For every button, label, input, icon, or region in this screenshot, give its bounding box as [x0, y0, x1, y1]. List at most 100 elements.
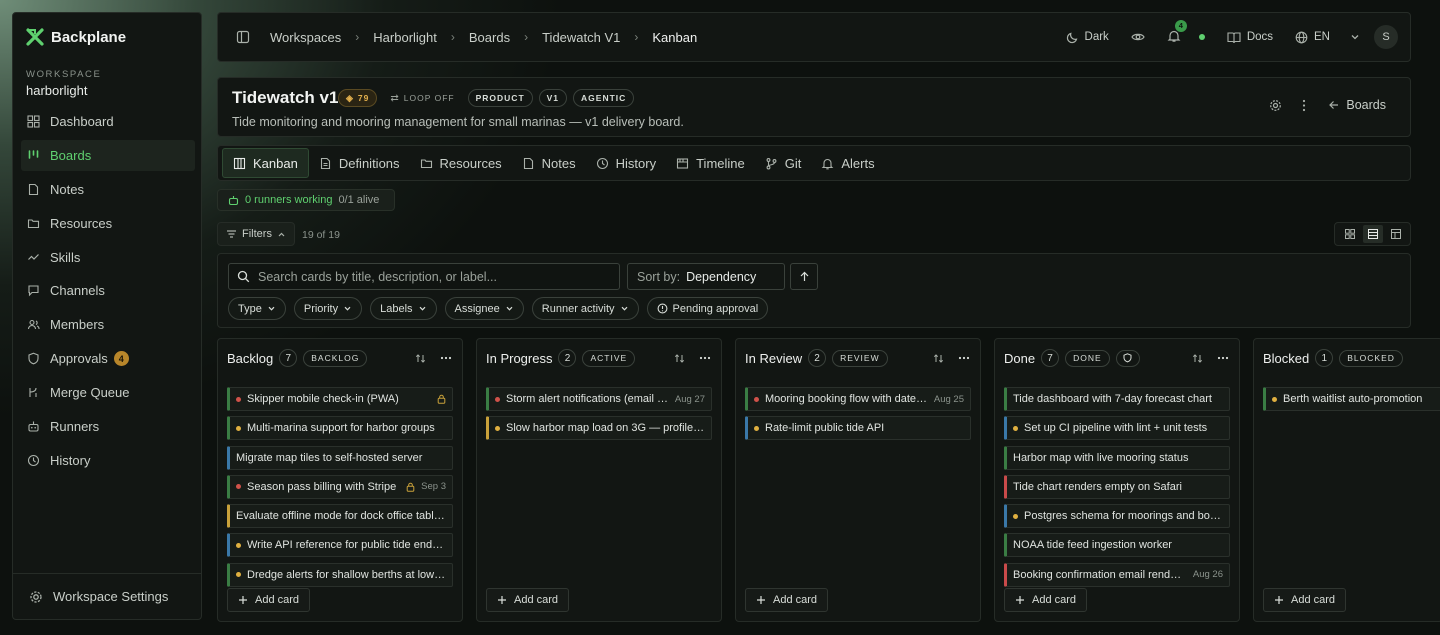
- back-to-boards-button[interactable]: Boards: [1328, 98, 1386, 112]
- sort-direction-button[interactable]: [790, 263, 818, 290]
- grid-view-icon[interactable]: [1340, 225, 1360, 243]
- tab-label: Git: [784, 155, 802, 171]
- tab-label: Alerts: [841, 155, 875, 171]
- search-input[interactable]: [258, 269, 598, 284]
- kanban-card[interactable]: Set up CI pipeline with lint + unit test…: [1004, 416, 1230, 441]
- theme-toggle[interactable]: Dark: [1066, 31, 1109, 44]
- more-horizontal-icon[interactable]: [440, 356, 452, 360]
- sidebar-item-notes[interactable]: Notes: [21, 174, 195, 205]
- filter-chip-labels[interactable]: Labels: [370, 297, 437, 320]
- eye-icon[interactable]: [1131, 30, 1145, 44]
- kanban-card[interactable]: Evaluate offline mode for dock office ta…: [227, 504, 453, 529]
- tab-history[interactable]: History: [586, 148, 666, 178]
- note-icon: [522, 157, 535, 170]
- sidebar-item-history[interactable]: History: [21, 445, 195, 476]
- sort-icon[interactable]: [933, 353, 944, 364]
- kanban-card[interactable]: Migrate map tiles to self-hosted server: [227, 445, 453, 470]
- table-view-icon[interactable]: [1386, 225, 1406, 243]
- kanban-card[interactable]: Mooring booking flow with date picker Aug…: [745, 387, 971, 411]
- sort-icon[interactable]: [1192, 353, 1203, 364]
- timeline-icon: [676, 157, 689, 170]
- kanban-card[interactable]: Tide dashboard with 7-day forecast chart: [1004, 387, 1230, 411]
- kanban-card[interactable]: NOAA tide feed ingestion worker: [1004, 533, 1230, 558]
- sidebar-item-resources[interactable]: Resources: [21, 208, 195, 239]
- runners-alive: 0/1 alive: [338, 194, 380, 206]
- kanban-card[interactable]: Slow harbor map load on 3G — profile and…: [486, 416, 712, 441]
- pending-approval-filter[interactable]: Pending approval: [646, 297, 769, 320]
- tab-kanban[interactable]: Kanban: [222, 148, 309, 178]
- card-title: Harbor map with live mooring status: [1013, 451, 1189, 464]
- kanban-card[interactable]: Tide chart renders empty on Safari: [1004, 474, 1230, 499]
- settings-icon[interactable]: [1269, 99, 1282, 112]
- more-horizontal-icon[interactable]: [958, 356, 970, 360]
- sidebar-item-runners[interactable]: Runners: [21, 411, 195, 442]
- tab-resources[interactable]: Resources: [410, 148, 512, 178]
- kanban-card[interactable]: Booking confirmation email renders broke…: [1004, 562, 1230, 587]
- workspace-name[interactable]: harborlight: [26, 83, 87, 98]
- language-selector[interactable]: EN: [1295, 31, 1330, 44]
- column-count: 2: [558, 349, 577, 367]
- sidebar-item-approvals[interactable]: Approvals 4: [21, 343, 195, 374]
- breadcrumb-workspaces[interactable]: Workspaces: [270, 30, 341, 45]
- column-actions: [674, 353, 711, 364]
- kanban-card[interactable]: Multi-marina support for harbor groups: [227, 416, 453, 441]
- list-view-icon[interactable]: [1362, 225, 1383, 243]
- filter-chip-priority[interactable]: Priority: [293, 297, 363, 320]
- kanban-card[interactable]: Harbor map with live mooring status: [1004, 445, 1230, 470]
- tab-label: Timeline: [696, 155, 745, 171]
- card-title: Evaluate offline mode for dock office ta…: [236, 510, 446, 523]
- tab-timeline[interactable]: Timeline: [666, 148, 755, 178]
- workspace-settings-button[interactable]: Workspace Settings: [13, 573, 201, 619]
- more-horizontal-icon[interactable]: [699, 356, 711, 360]
- kanban-card[interactable]: Dredge alerts for shallow berths at low …: [227, 562, 453, 587]
- sidebar-item-dashboard[interactable]: Dashboard: [21, 106, 195, 137]
- breadcrumb-board[interactable]: Tidewatch V1: [542, 30, 620, 45]
- tab-git[interactable]: Git: [755, 148, 812, 178]
- add-card-button[interactable]: Add card: [227, 588, 311, 612]
- kanban-card[interactable]: Storm alert notifications (email and SMS…: [486, 387, 712, 411]
- kanban-card[interactable]: Postgres schema for moorings and booking…: [1004, 504, 1230, 529]
- loop-toggle[interactable]: ⇄ LOOP OFF: [383, 89, 461, 107]
- runners-status[interactable]: 0 runners working 0/1 alive: [217, 189, 395, 211]
- tab-notes[interactable]: Notes: [512, 148, 586, 178]
- column-status-badge: REVIEW: [832, 349, 888, 367]
- column-status-badge: BACKLOG: [303, 349, 368, 367]
- add-card-button[interactable]: Add card: [745, 588, 829, 612]
- sidebar-item-label: Dashboard: [50, 114, 114, 129]
- kanban-card[interactable]: Berth waitlist auto-promotion: [1263, 387, 1440, 411]
- kanban-card[interactable]: Write API reference for public tide endp…: [227, 533, 453, 558]
- docs-link[interactable]: Docs: [1227, 31, 1273, 44]
- kanban-card[interactable]: Season pass billing with Stripe Sep 3: [227, 474, 453, 499]
- sidebar-item-skills[interactable]: Skills: [21, 242, 195, 273]
- filter-chip-assignee[interactable]: Assignee: [444, 297, 524, 320]
- avatar[interactable]: S: [1374, 25, 1398, 49]
- card-title: Rate-limit public tide API: [765, 422, 885, 435]
- tab-alerts[interactable]: Alerts: [811, 148, 884, 178]
- chevron-down-icon[interactable]: [1350, 32, 1360, 42]
- sidebar-item-boards[interactable]: Boards: [21, 139, 195, 171]
- sidebar-item-merge-queue[interactable]: Merge Queue: [21, 377, 195, 408]
- filters-button[interactable]: Filters: [217, 222, 295, 246]
- history-icon: [27, 454, 40, 467]
- breadcrumb-boards[interactable]: Boards: [469, 30, 510, 45]
- brand[interactable]: Backplane: [25, 27, 126, 47]
- sidebar-toggle-icon[interactable]: [236, 30, 250, 44]
- approval-shield-badge[interactable]: [1115, 349, 1140, 367]
- add-card-button[interactable]: Add card: [1004, 588, 1088, 612]
- add-card-button[interactable]: Add card: [486, 588, 570, 612]
- kanban-card[interactable]: Rate-limit public tide API: [745, 416, 971, 441]
- sort-icon[interactable]: [415, 353, 426, 364]
- sort-icon[interactable]: [674, 353, 685, 364]
- tab-definitions[interactable]: Definitions: [309, 148, 410, 178]
- filter-chip-type[interactable]: Type: [228, 297, 286, 320]
- sidebar-item-members[interactable]: Members: [21, 309, 195, 340]
- filter-chip-runner-activity[interactable]: Runner activity: [531, 297, 639, 320]
- sort-select[interactable]: Sort by: Dependency: [627, 263, 785, 290]
- notifications-button[interactable]: 4: [1167, 19, 1187, 46]
- more-vertical-icon[interactable]: [1302, 99, 1306, 112]
- sidebar-item-channels[interactable]: Channels: [21, 275, 195, 306]
- more-horizontal-icon[interactable]: [1217, 356, 1229, 360]
- kanban-card[interactable]: Skipper mobile check-in (PWA): [227, 387, 453, 411]
- add-card-button[interactable]: Add card: [1263, 588, 1347, 612]
- breadcrumb-harborlight[interactable]: Harborlight: [373, 30, 437, 45]
